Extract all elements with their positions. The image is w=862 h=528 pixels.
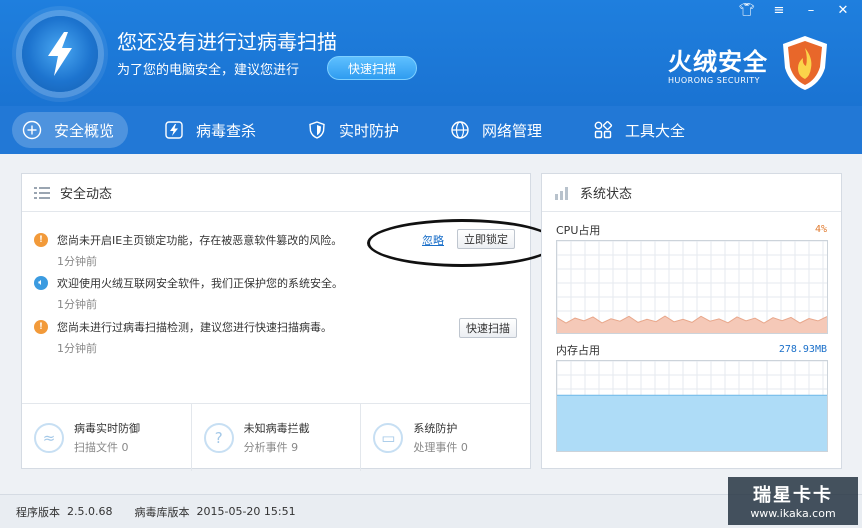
usage-area bbox=[557, 395, 827, 451]
panel-title: 系统状态 bbox=[580, 187, 633, 202]
program-version-label: 程序版本 bbox=[16, 505, 60, 519]
tab-label: 安全概览 bbox=[54, 121, 115, 140]
panel-title: 安全动态 bbox=[60, 187, 113, 202]
event-time: 1分钟前 bbox=[57, 298, 97, 311]
skin-icon[interactable]: 👕︎ bbox=[738, 3, 756, 18]
tab-network-management[interactable]: 网络管理 bbox=[450, 112, 542, 148]
event-time: 1分钟前 bbox=[57, 342, 97, 355]
watermark-url: www.ikaka.com bbox=[750, 507, 836, 520]
stat-title: 未知病毒拦截 bbox=[243, 422, 310, 435]
tab-label: 实时防护 bbox=[339, 121, 400, 140]
cpu-value: 4% bbox=[814, 224, 827, 235]
header-banner: 您还没有进行过病毒扫描 为了您的电脑安全，建议您进行 快速扫描 火绒安全 HUO… bbox=[0, 0, 862, 106]
minimize-icon[interactable]: – bbox=[802, 3, 820, 18]
warning-icon: ❗︎ bbox=[34, 320, 48, 334]
scan-suggestion-text: 为了您的电脑安全，建议您进行 bbox=[117, 63, 300, 78]
stat-system-protection[interactable]: ▭ 系统防护 处理事件 0 bbox=[361, 404, 530, 471]
list-item: ❗︎ 您尚未进行过病毒扫描检测，建议您进行快速扫描病毒。 1分钟前 bbox=[34, 317, 529, 356]
system-status-panel: 系统状态 CPU占用 4% 内存占用 278.93MB bbox=[541, 173, 842, 469]
memory-graph bbox=[556, 360, 828, 452]
cpu-label: CPU占用 bbox=[556, 224, 601, 237]
close-icon[interactable]: ✕ bbox=[834, 3, 852, 18]
menu-icon[interactable]: ≡ bbox=[770, 3, 788, 18]
db-version-label: 病毒库版本 bbox=[134, 505, 190, 519]
monitor-icon: ▭ bbox=[373, 422, 404, 453]
event-text: 欢迎使用火绒互联网安全软件，我们正保护您的系统安全。 bbox=[57, 277, 343, 290]
stat-value: 扫描文件 0 bbox=[74, 441, 129, 454]
panel-header: 系统状态 bbox=[542, 174, 841, 212]
main-nav: 安全概览 病毒查杀 实时防护 网络管理 工具大全 bbox=[0, 106, 862, 154]
memory-label: 内存占用 bbox=[556, 344, 600, 357]
event-text: 您尚未进行过病毒扫描检测，建议您进行快速扫描病毒。 bbox=[57, 321, 332, 334]
plus-circle-icon bbox=[22, 120, 42, 140]
security-events-panel: 安全动态 ❗︎ 您尚未开启IE主页锁定功能，存在被恶意软件篡改的风险。 1分钟前… bbox=[21, 173, 531, 471]
tab-realtime-protection[interactable]: 实时防护 bbox=[307, 112, 399, 148]
db-version: 2015-05-20 15:51 bbox=[196, 505, 296, 518]
bar-chart-icon bbox=[555, 186, 568, 200]
annotation-oval bbox=[367, 219, 557, 267]
pulse-icon: ≈ bbox=[34, 422, 64, 453]
watermark: 瑞星卡卡 www.ikaka.com bbox=[728, 477, 858, 525]
speaker-icon: 🔈︎ bbox=[34, 276, 48, 290]
brand-english-name: HUORONG SECURITY bbox=[668, 76, 761, 85]
brand-logo: 火绒安全 HUORONG SECURITY bbox=[668, 42, 768, 85]
stat-unknown-virus[interactable]: ? 未知病毒拦截 分析事件 9 bbox=[192, 404, 362, 471]
event-text: 您尚未开启IE主页锁定功能，存在被恶意软件篡改的风险。 bbox=[57, 234, 343, 247]
tab-tools[interactable]: 工具大全 bbox=[593, 112, 685, 148]
tab-label: 病毒查杀 bbox=[196, 121, 257, 140]
quick-scan-button[interactable]: 快速扫描 bbox=[459, 318, 517, 338]
tab-label: 网络管理 bbox=[482, 121, 543, 140]
shield-icon bbox=[309, 121, 325, 139]
page-title: 您还没有进行过病毒扫描 bbox=[117, 30, 337, 54]
watermark-title: 瑞星卡卡 bbox=[753, 485, 833, 506]
tab-security-overview[interactable]: 安全概览 bbox=[12, 112, 129, 148]
question-icon: ? bbox=[203, 422, 234, 453]
stat-value: 分析事件 9 bbox=[243, 441, 299, 454]
cpu-usage-chart bbox=[556, 240, 828, 333]
program-version: 2.5.0.68 bbox=[67, 505, 113, 518]
warning-icon: ❗︎ bbox=[34, 233, 48, 247]
memory-value: 278.93MB bbox=[778, 344, 827, 355]
stat-realtime-defense[interactable]: ≈ 病毒实时防御 扫描文件 0 bbox=[22, 404, 192, 471]
protection-status-icon bbox=[22, 16, 98, 92]
panel-header: 安全动态 bbox=[22, 174, 530, 212]
memory-usage-chart bbox=[556, 360, 827, 451]
stat-title: 病毒实时防御 bbox=[74, 422, 140, 435]
tab-label: 工具大全 bbox=[625, 121, 686, 140]
protection-stats: ≈ 病毒实时防御 扫描文件 0 ? 未知病毒拦截 分析事件 9 ▭ 系统防护 处… bbox=[22, 403, 530, 471]
tab-virus-scan[interactable]: 病毒查杀 bbox=[164, 112, 256, 148]
header-quick-scan-button[interactable]: 快速扫描 bbox=[327, 56, 417, 80]
cpu-graph bbox=[556, 240, 828, 334]
list-icon bbox=[34, 186, 50, 199]
globe-icon bbox=[451, 121, 469, 139]
list-item: 🔈︎ 欢迎使用火绒互联网安全软件，我们正保护您的系统安全。 1分钟前 bbox=[34, 273, 529, 312]
brand-shield-icon bbox=[783, 36, 827, 90]
bolt-icon bbox=[165, 121, 183, 139]
brand-name: 火绒安全 bbox=[668, 48, 768, 76]
stat-title: 系统防护 bbox=[413, 422, 458, 435]
grid-icon bbox=[594, 120, 613, 139]
stat-value: 处理事件 0 bbox=[413, 441, 468, 454]
